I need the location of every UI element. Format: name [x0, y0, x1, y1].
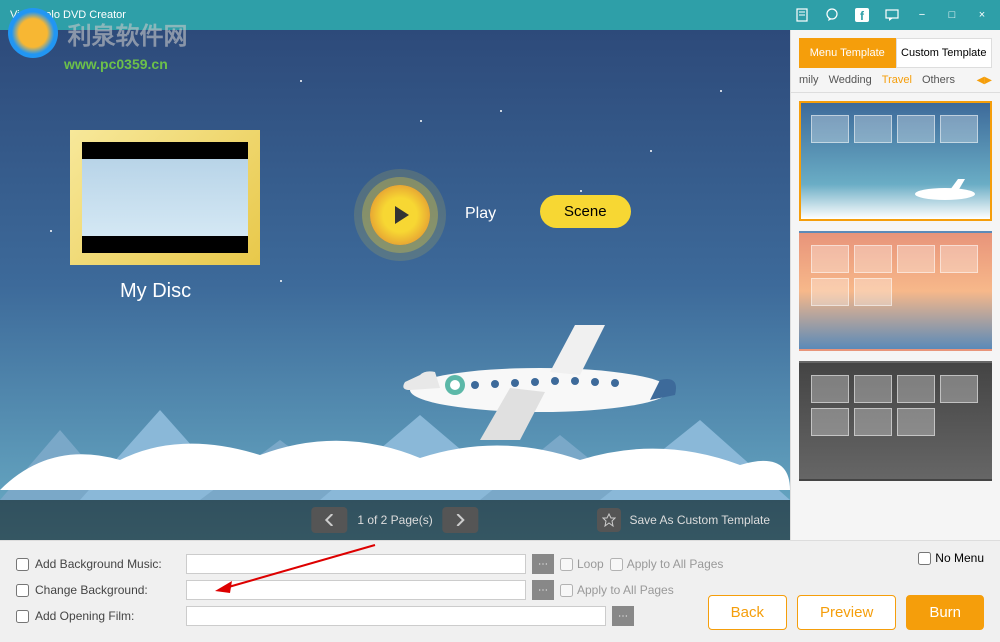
chat-icon[interactable]	[824, 7, 840, 23]
scene-button[interactable]: Scene	[540, 195, 631, 228]
star-icon	[597, 508, 621, 532]
titlebar: VideoSolo DVD Creator f − □ ×	[0, 0, 1000, 30]
bg-music-input[interactable]	[186, 554, 526, 574]
back-button[interactable]: Back	[708, 595, 787, 630]
bg-music-label: Add Background Music:	[35, 557, 180, 571]
minimize-icon[interactable]: −	[914, 7, 930, 23]
subtab-wedding[interactable]: Wedding	[829, 74, 872, 86]
template-sidebar: Menu Template Custom Template mily Weddi…	[790, 30, 1000, 540]
template-thumb-2[interactable]	[799, 231, 992, 351]
subtab-family[interactable]: mily	[799, 74, 819, 86]
page-indicator: 1 of 2 Page(s)	[357, 513, 432, 527]
pager-bar: 1 of 2 Page(s) Save As Custom Template	[0, 500, 790, 540]
tab-custom-template[interactable]: Custom Template	[896, 38, 993, 68]
play-button[interactable]	[370, 185, 430, 245]
subtab-others[interactable]: Others	[922, 74, 955, 86]
close-icon[interactable]: ×	[974, 7, 990, 23]
tab-menu-template[interactable]: Menu Template	[799, 38, 896, 68]
opening-film-label: Add Opening Film:	[35, 609, 180, 623]
template-thumb-1[interactable]	[799, 101, 992, 221]
facebook-icon[interactable]: f	[854, 7, 870, 23]
app-title: VideoSolo DVD Creator	[10, 9, 126, 21]
feedback-icon[interactable]	[884, 7, 900, 23]
loop-checkbox[interactable]	[560, 558, 573, 571]
no-menu-option[interactable]: No Menu	[918, 551, 984, 565]
play-label: Play	[465, 205, 496, 223]
change-bg-checkbox[interactable]	[16, 584, 29, 597]
doc-icon[interactable]	[794, 7, 810, 23]
subtab-scroll-arrows[interactable]: ◀▶	[977, 75, 992, 86]
opening-film-browse-button[interactable]: ⋯	[612, 606, 634, 626]
clouds-graphic	[0, 410, 790, 490]
bg-music-checkbox[interactable]	[16, 558, 29, 571]
video-thumbnail-frame[interactable]	[70, 130, 260, 265]
disc-title[interactable]: My Disc	[120, 280, 191, 303]
maximize-icon[interactable]: □	[944, 7, 960, 23]
burn-button[interactable]: Burn	[906, 595, 984, 630]
save-custom-template[interactable]: Save As Custom Template	[597, 508, 770, 532]
bg-music-browse-button[interactable]: ⋯	[532, 554, 554, 574]
bottom-options-panel: Add Background Music: ⋯ Loop Apply to Al…	[0, 540, 1000, 642]
change-bg-browse-button[interactable]: ⋯	[532, 580, 554, 600]
menu-preview: My Disc Play Scene	[0, 30, 790, 540]
next-page-button[interactable]	[443, 507, 479, 533]
change-bg-input[interactable]	[186, 580, 526, 600]
change-bg-label: Change Background:	[35, 583, 180, 597]
prev-page-button[interactable]	[311, 507, 347, 533]
apply-all-bg-checkbox[interactable]	[560, 584, 573, 597]
preview-button[interactable]: Preview	[797, 595, 896, 630]
template-thumb-3[interactable]	[799, 361, 992, 481]
opening-film-checkbox[interactable]	[16, 610, 29, 623]
subtab-travel[interactable]: Travel	[882, 74, 912, 86]
no-menu-checkbox[interactable]	[918, 552, 931, 565]
opening-film-input[interactable]	[186, 606, 606, 626]
apply-all-music-checkbox[interactable]	[610, 558, 623, 571]
